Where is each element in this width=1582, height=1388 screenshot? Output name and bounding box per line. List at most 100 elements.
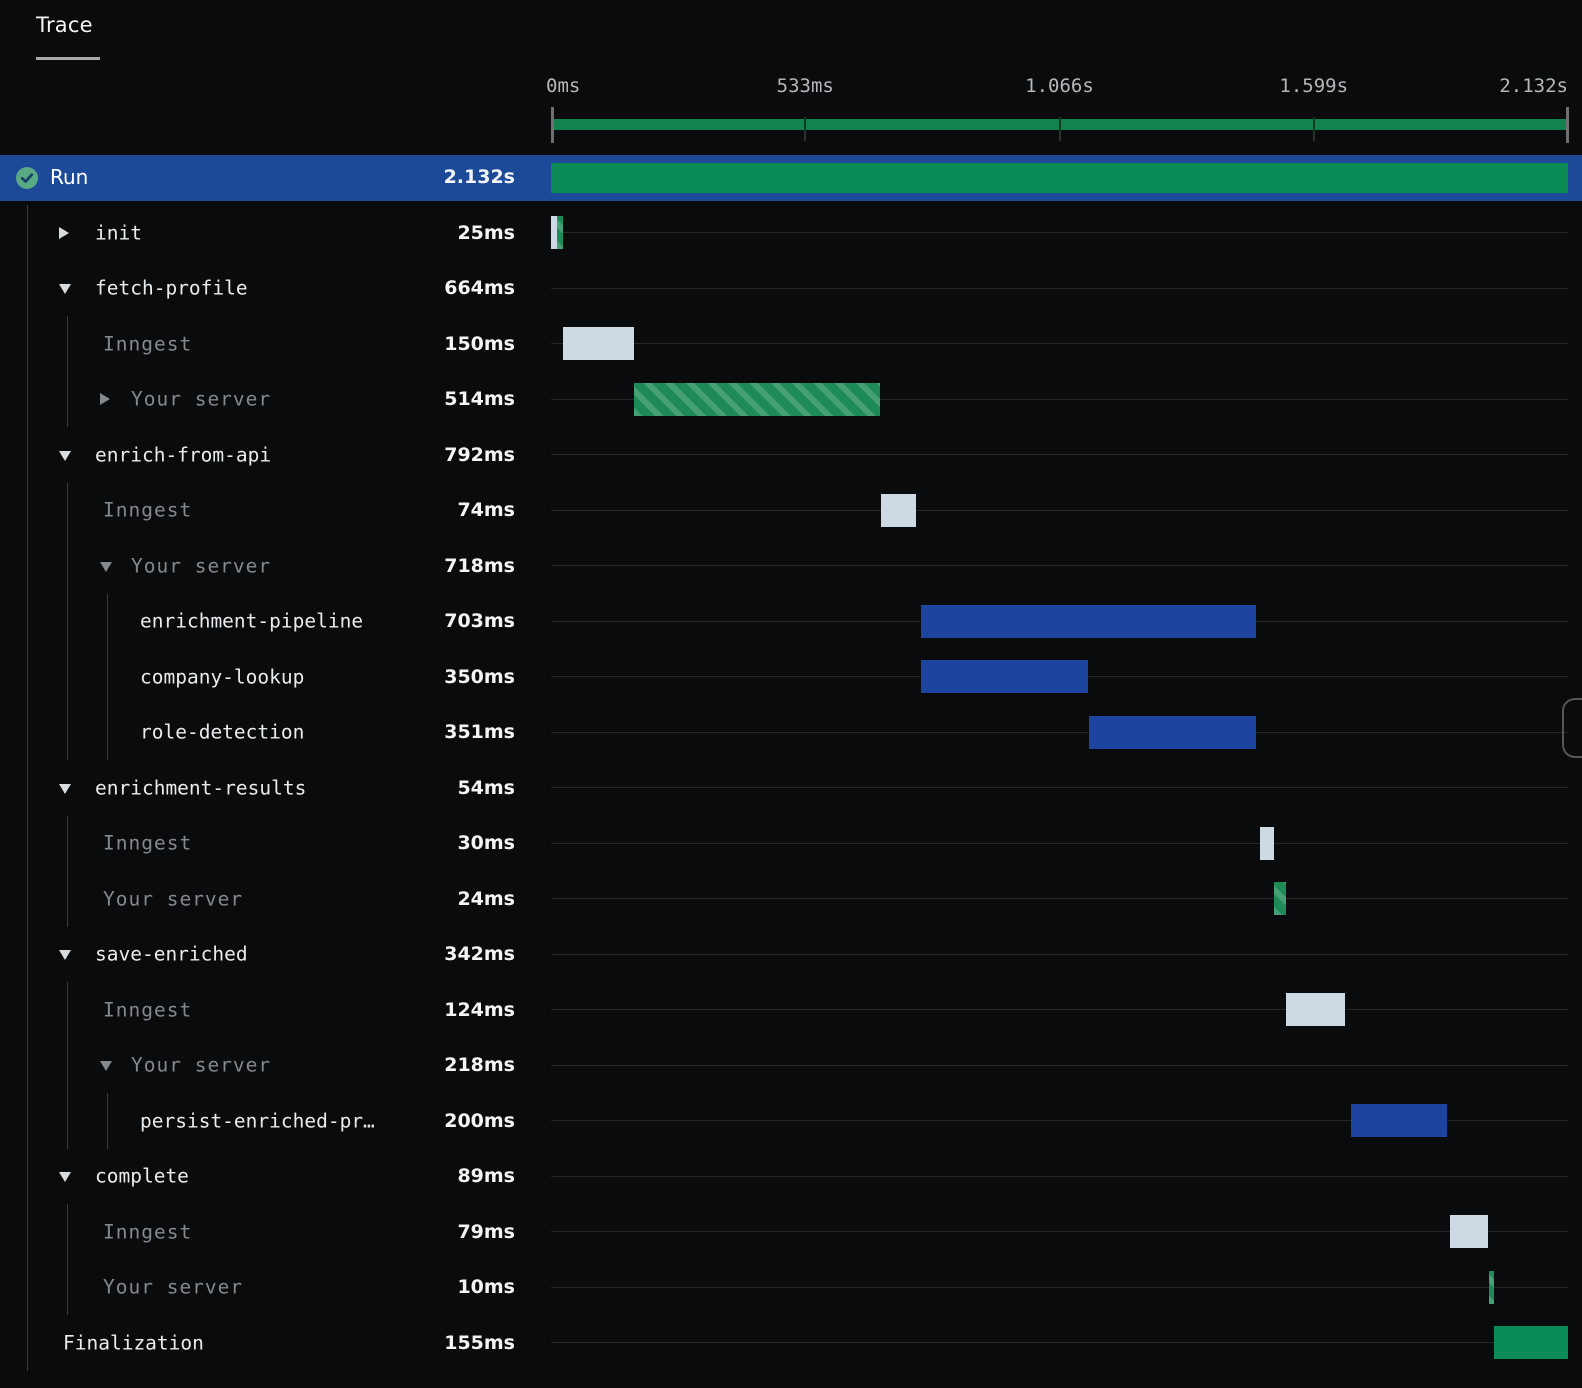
tree-guide-line <box>27 649 28 705</box>
chevron-down-icon[interactable] <box>59 783 71 794</box>
trace-row[interactable]: save-enriched 342ms <box>0 926 1582 982</box>
row-duration: 351ms <box>444 721 515 744</box>
tree-guide-line <box>27 982 28 1038</box>
row-label: enrichment-results <box>95 776 307 800</box>
chevron-down-icon[interactable] <box>59 284 71 295</box>
trace-row[interactable]: Your server 218ms <box>0 1037 1582 1093</box>
tree-guide-line <box>27 1259 28 1315</box>
span-bar[interactable] <box>920 604 1257 638</box>
tab-trace[interactable]: Trace <box>36 13 93 37</box>
run-duration: 2.132s <box>443 166 515 188</box>
trace-row[interactable]: Inngest 124ms <box>0 982 1582 1038</box>
trace-rows: init 25ms fetch-profile 664ms Inngest 150ms Yo… <box>0 201 1582 1388</box>
ruler-tick-label: 2.132s <box>1499 75 1568 97</box>
row-label: persist-enriched-pr… <box>140 1109 375 1133</box>
tree-guide-line <box>107 649 108 705</box>
row-track-line <box>551 1009 1568 1010</box>
trace-row[interactable]: enrich-from-api 792ms <box>0 427 1582 483</box>
row-label: role-detection <box>140 720 305 744</box>
chevron-down-icon[interactable] <box>100 561 112 572</box>
span-bar[interactable] <box>1450 1215 1488 1248</box>
chevron-down-icon[interactable] <box>59 950 71 961</box>
chevron-down-icon[interactable] <box>100 1061 112 1072</box>
trace-row[interactable]: Your server 10ms <box>0 1259 1582 1315</box>
trace-row[interactable]: Your server 718ms <box>0 538 1582 594</box>
row-duration: 155ms <box>444 1331 515 1354</box>
span-bar[interactable] <box>1494 1326 1568 1359</box>
span-bar[interactable] <box>1274 882 1286 915</box>
tree-guide-line <box>67 815 68 871</box>
timeline-ruler[interactable]: 0ms 533ms 1.066s 1.599s 2.132s <box>0 61 1582 155</box>
row-duration: 514ms <box>444 388 515 411</box>
span-bar[interactable] <box>1488 1270 1494 1304</box>
trace-row[interactable]: Inngest 74ms <box>0 482 1582 538</box>
trace-row[interactable]: role-detection 351ms <box>0 704 1582 760</box>
ruler-end-tick <box>1566 107 1569 143</box>
run-span-bar[interactable] <box>551 163 1568 193</box>
row-duration: 718ms <box>444 554 515 577</box>
span-bar[interactable] <box>1351 1104 1447 1137</box>
trace-row[interactable]: enrichment-results 54ms <box>0 760 1582 816</box>
row-label: Inngest <box>103 831 193 855</box>
span-bar[interactable] <box>881 493 917 527</box>
tree-guide-line <box>27 1037 28 1093</box>
trace-row[interactable]: enrichment-pipeline 703ms <box>0 593 1582 649</box>
row-track-line <box>551 343 1568 344</box>
tree-guide-line <box>67 1037 68 1093</box>
trace-row[interactable]: company-lookup 350ms <box>0 649 1582 705</box>
tree-guide-line <box>67 1259 68 1315</box>
span-bar[interactable] <box>634 382 880 416</box>
row-track-line <box>551 787 1568 788</box>
tree-guide-line <box>67 871 68 927</box>
span-bar[interactable] <box>1088 715 1257 749</box>
trace-row[interactable]: Finalization 155ms <box>0 1315 1582 1371</box>
row-track-line <box>551 1175 1568 1177</box>
row-duration: 350ms <box>444 665 515 688</box>
tree-guide-line <box>27 1148 28 1204</box>
tree-guide-line <box>27 815 28 871</box>
span-bar[interactable] <box>920 660 1088 693</box>
row-duration: 200ms <box>444 1109 515 1132</box>
trace-row[interactable]: Your server 514ms <box>0 371 1582 427</box>
run-row-selected[interactable]: Run 2.132s <box>0 155 1582 201</box>
chevron-right-icon[interactable] <box>100 393 110 406</box>
trace-row[interactable]: fetch-profile 664ms <box>0 260 1582 316</box>
trace-viewer: Trace 0ms 533ms 1.066s 1.599s 2.132s Run 2.1… <box>0 0 1582 1388</box>
row-track-line <box>551 1286 1568 1288</box>
tree-guide-line <box>27 205 28 261</box>
ruler-mid-tick <box>804 117 807 141</box>
row-track-line <box>551 509 1568 511</box>
chevron-down-icon[interactable] <box>59 450 71 461</box>
row-label: Your server <box>131 387 272 411</box>
tree-guide-line <box>107 593 108 649</box>
tree-guide-line <box>67 593 68 649</box>
trace-row[interactable]: Inngest 150ms <box>0 316 1582 372</box>
tree-guide-line <box>67 649 68 705</box>
row-label: init <box>95 221 142 245</box>
trace-row[interactable]: Your server 24ms <box>0 871 1582 927</box>
trace-row[interactable]: persist-enriched-pr… 200ms <box>0 1093 1582 1149</box>
tree-guide-line <box>27 427 28 483</box>
trace-row[interactable]: complete 89ms <box>0 1148 1582 1204</box>
span-bar[interactable] <box>1259 826 1275 860</box>
trace-row[interactable]: init 25ms <box>0 205 1582 261</box>
tree-guide-line <box>67 1204 68 1260</box>
chevron-down-icon[interactable] <box>59 1172 71 1183</box>
span-bar[interactable] <box>1286 993 1346 1026</box>
span-bar[interactable] <box>557 216 563 249</box>
tree-guide-line <box>107 1093 108 1149</box>
chevron-right-icon[interactable] <box>59 226 69 239</box>
row-label: enrichment-pipeline <box>140 609 364 633</box>
tree-guide-line <box>27 593 28 649</box>
trace-row[interactable]: Inngest 30ms <box>0 815 1582 871</box>
tree-guide-line <box>27 1315 28 1371</box>
row-label: enrich-from-api <box>95 443 272 467</box>
row-duration: 54ms <box>457 776 515 799</box>
row-track-line <box>551 1342 1568 1343</box>
row-duration: 124ms <box>444 998 515 1021</box>
trace-row[interactable]: Inngest 79ms <box>0 1204 1582 1260</box>
span-bar[interactable] <box>562 327 635 360</box>
tree-guide-line <box>27 1093 28 1149</box>
row-track-line <box>551 1231 1568 1232</box>
scrollbar-thumb[interactable] <box>1562 698 1582 758</box>
